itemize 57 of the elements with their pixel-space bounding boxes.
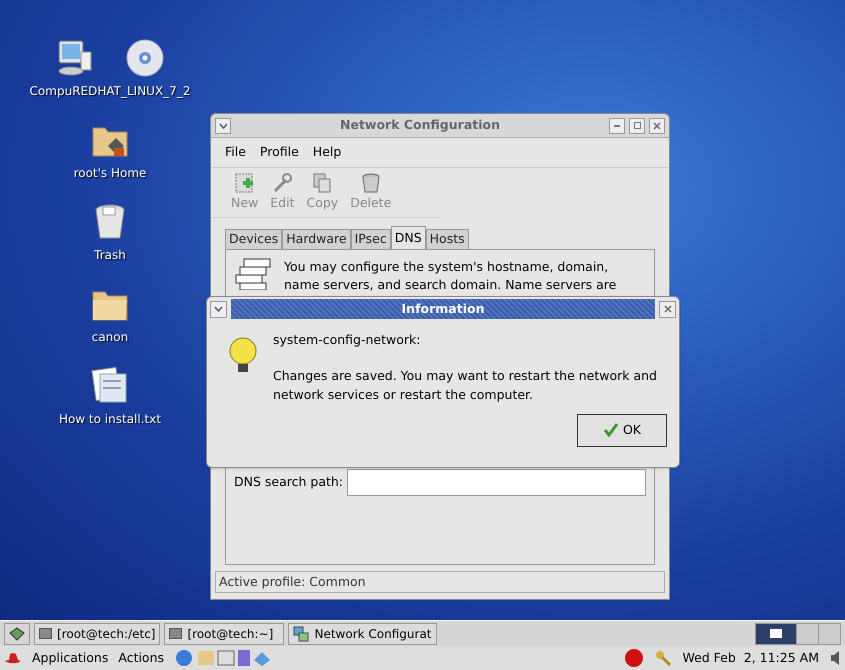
show-desktop-button[interactable] <box>4 622 30 644</box>
close-icon <box>664 305 672 313</box>
alert-icon <box>624 648 644 668</box>
trash-icon <box>360 172 382 194</box>
hat-logo-icon <box>4 652 22 664</box>
keys-icon <box>654 649 672 667</box>
panel-menu[interactable]: Applications <box>32 648 108 668</box>
description-text: You may configure the system's hostname, domain, <box>284 258 610 276</box>
chevron-down-icon <box>218 122 228 128</box>
tab[interactable]: IPsec <box>350 228 391 250</box>
ok-button[interactable]: OK <box>577 414 667 447</box>
panel-menu[interactable]: Actions <box>118 648 164 668</box>
tab[interactable]: Hosts <box>426 228 469 250</box>
network-icon <box>293 626 310 642</box>
tab[interactable]: Hardware <box>282 228 351 250</box>
close-button[interactable] <box>649 118 665 134</box>
launcher-icons-drawing[interactable] <box>174 648 270 668</box>
maximize-button[interactable] <box>629 118 645 134</box>
volume-icon[interactable] <box>829 650 841 666</box>
terminal-icon <box>39 628 52 639</box>
new-document-icon <box>234 172 256 194</box>
window-title: Network Configuration <box>339 116 501 134</box>
window-menu-button[interactable] <box>210 300 227 318</box>
icon-label[interactable]: REDHAT_LINUX_7_2 <box>72 82 190 100</box>
icon-label[interactable]: root's Home <box>74 164 146 182</box>
cd-icon <box>125 38 165 78</box>
icon-label[interactable]: canon <box>92 328 128 346</box>
minimize-button[interactable] <box>609 118 625 134</box>
icon-label[interactable]: How to install.txt <box>58 410 162 428</box>
menu-item[interactable]: File <box>225 143 246 162</box>
tab[interactable]: Devices <box>225 228 282 250</box>
taskbar-window-button[interactable]: [root@tech:~] <box>164 622 284 644</box>
workspace-switcher[interactable] <box>755 622 841 644</box>
icon-label[interactable]: Trash <box>94 246 126 264</box>
menu-item[interactable]: Profile <box>260 143 299 162</box>
close-button[interactable] <box>659 300 676 318</box>
close-icon <box>653 122 661 130</box>
copy-icon <box>311 172 334 194</box>
status-bar: Active profile: Common <box>215 571 665 593</box>
window-menu-button[interactable] <box>215 118 231 134</box>
taskbar-window-button[interactable]: Network Configurat <box>288 622 437 644</box>
dialog-message: Changes are saved. You may want to restart the network and network services or restart the computer. <box>273 366 658 404</box>
clock[interactable]: Wed Feb 2, 11:25 AM <box>682 648 819 668</box>
menu-item[interactable]: Help <box>312 143 342 162</box>
checkmark-icon <box>602 423 619 438</box>
description-text: name servers, and search domain. Name servers are <box>284 276 616 294</box>
desktop-icon <box>9 626 25 640</box>
chevron-down-icon <box>214 306 223 312</box>
dialog-title: Information <box>231 299 655 319</box>
dialog-source-text: system-config-network: <box>273 331 422 349</box>
terminal-icon <box>169 628 182 639</box>
wrench-icon <box>271 172 294 194</box>
dns-search-path-field[interactable] <box>347 469 646 496</box>
icon-label[interactable]: Compu <box>30 82 72 100</box>
field-label: DNS search path: <box>234 473 344 492</box>
tab[interactable]: DNS <box>390 226 426 250</box>
taskbar-window-button[interactable]: [root@tech:/etc] <box>34 622 160 644</box>
